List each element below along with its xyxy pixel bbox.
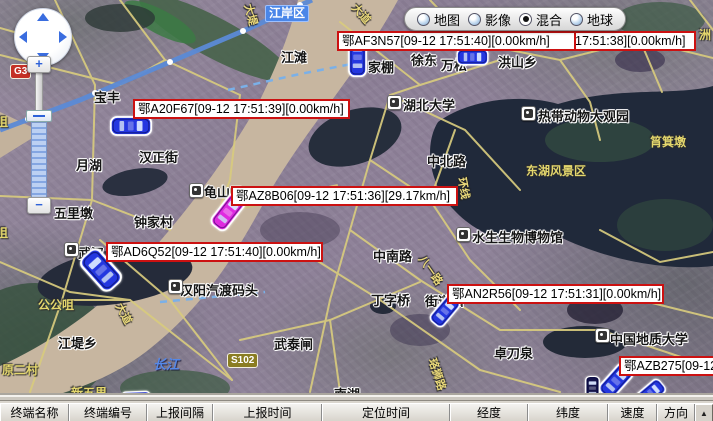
university-icon-glyph: [390, 98, 399, 107]
column-header-1[interactable]: 终端名称: [0, 404, 69, 421]
column-header-4[interactable]: 上报时间: [213, 404, 322, 421]
animal-park-icon-glyph: [524, 109, 533, 118]
column-header-7[interactable]: 纬度: [528, 404, 608, 421]
vehicle-plate-label[interactable]: 17:51:38][0.00km/h]: [570, 31, 696, 51]
animal-park-icon: [521, 106, 536, 121]
scenic-icon: [189, 183, 204, 198]
pan-up-icon[interactable]: [37, 13, 49, 21]
zoo-icon-glyph: [67, 245, 76, 254]
vehicle-plate-label[interactable]: 鄂AZB275[09-12: [619, 356, 713, 376]
layer-option-地图[interactable]: 地图: [415, 10, 462, 29]
district-badge: 江岸区: [265, 5, 309, 22]
column-header-3[interactable]: 上报间隔: [147, 404, 213, 421]
vehicle-plate-label[interactable]: 鄂AN2R56[09-12 17:51:31][0.00km/h]: [447, 284, 664, 304]
zoom-out-button[interactable]: −: [27, 197, 51, 214]
scenic-icon-glyph: [192, 186, 201, 195]
map-canvas[interactable]: 万松江滩家棚徐东洪山乡宝丰月湖汉正街五里墩钟家村龟山三武汉汉阳汽渡码头湖北大学热…: [0, 0, 713, 393]
university-icon-glyph: [598, 331, 607, 340]
university-icon: [595, 328, 610, 343]
scroll-up-button[interactable]: ▲: [695, 404, 713, 421]
anchor-icon-glyph: [171, 282, 180, 291]
zoo-icon: [64, 242, 79, 257]
vehicle-marker[interactable]: [110, 116, 152, 136]
radio-unselected-icon[interactable]: [468, 13, 481, 26]
layer-option-label: 影像: [485, 10, 511, 29]
radio-selected-icon[interactable]: [519, 13, 532, 26]
column-header-6[interactable]: 经度: [450, 404, 528, 421]
vehicle-marker[interactable]: [456, 49, 488, 66]
gps-tracking-app: 万松江滩家棚徐东洪山乡宝丰月湖汉正街五里墩钟家村龟山三武汉汉阳汽渡码头湖北大学热…: [0, 0, 713, 421]
column-header-5[interactable]: 定位时间: [322, 404, 450, 421]
vehicle-plate-label[interactable]: 鄂AF3N57[09-12 17:51:40][0.00km/h]: [337, 31, 576, 51]
road-badge-S102: S102: [227, 353, 258, 368]
layer-option-label: 地图: [434, 10, 460, 29]
museum-icon-glyph: [459, 230, 468, 239]
map-type-switcher: 地图 影像 混合 地球: [404, 7, 626, 31]
radio-unselected-icon[interactable]: [570, 13, 583, 26]
anchor-icon: [168, 279, 183, 294]
pan-right-icon[interactable]: [59, 31, 67, 43]
university-icon: [387, 95, 402, 110]
vehicle-plate-label[interactable]: 鄂A20F67[09-12 17:51:39][0.00km/h]: [133, 99, 350, 119]
pan-left-icon[interactable]: [19, 31, 27, 43]
layer-option-混合[interactable]: 混合: [517, 10, 564, 29]
column-header-9[interactable]: 方向: [657, 404, 695, 421]
layer-option-地球[interactable]: 地球: [568, 10, 615, 29]
layer-option-label: 地球: [587, 10, 613, 29]
zoom-slider-ticks[interactable]: [31, 122, 47, 198]
museum-icon: [456, 227, 471, 242]
zoom-in-button[interactable]: +: [27, 56, 51, 73]
terminal-table-header: 终端名称终端编号上报间隔上报时间定位时间经度纬度速度方向▲: [0, 403, 713, 421]
zoom-slider-handle[interactable]: [26, 110, 52, 122]
vehicle-marker[interactable]: [585, 376, 600, 393]
radio-unselected-icon[interactable]: [417, 13, 430, 26]
vehicle-plate-label[interactable]: 鄂AZ8B06[09-12 17:51:36][29.17km/h]: [231, 186, 458, 206]
column-header-2[interactable]: 终端编号: [69, 404, 147, 421]
panel-splitter[interactable]: [0, 393, 713, 403]
column-header-8[interactable]: 速度: [608, 404, 657, 421]
vehicle-plate-label[interactable]: 鄂AD6Q52[09-12 17:51:40][0.00km/h]: [106, 242, 323, 262]
layer-option-影像[interactable]: 影像: [466, 10, 513, 29]
layer-option-label: 混合: [536, 10, 562, 29]
